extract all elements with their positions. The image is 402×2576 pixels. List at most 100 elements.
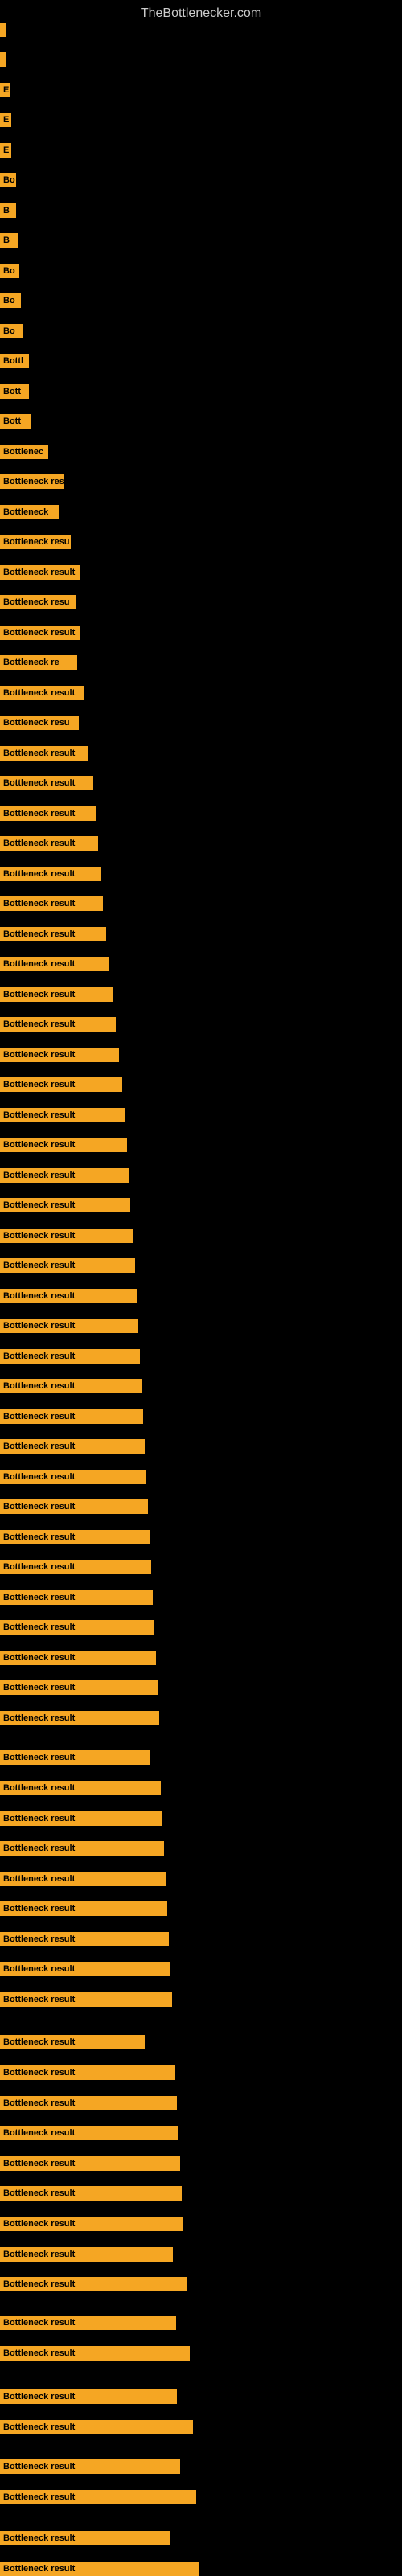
bar-row: Bottleneck result bbox=[0, 1409, 402, 1424]
bar-label: Bottleneck result bbox=[0, 1198, 130, 1212]
bar-label: E bbox=[0, 113, 11, 127]
bar-row: Bottleneck result bbox=[0, 1750, 402, 1765]
bar-row: Bottleneck result bbox=[0, 2490, 402, 2504]
bar-row: Bottleneck result bbox=[0, 1901, 402, 1916]
bar-row: Bottleneck result bbox=[0, 1229, 402, 1243]
bar-row: Bottleneck result bbox=[0, 1680, 402, 1695]
bar-label: Bottleneck result bbox=[0, 1439, 145, 1454]
bar-row: Bottleneck result bbox=[0, 896, 402, 911]
bar-row: Bottleneck result bbox=[0, 1872, 402, 1886]
bar-row: Bott bbox=[0, 414, 402, 429]
bar-label: Bo bbox=[0, 324, 23, 338]
bar-row: Bottleneck result bbox=[0, 1168, 402, 1183]
bar-label: Bottleneck result bbox=[0, 1138, 127, 1152]
bar-row: Bottleneck result bbox=[0, 1017, 402, 1032]
bar-row: Bottleneck result bbox=[0, 2316, 402, 2330]
bar-row: Bottleneck result bbox=[0, 867, 402, 881]
bar-row bbox=[0, 52, 402, 67]
bar-label: Bottleneck result bbox=[0, 1530, 150, 1544]
bar-label: Bottleneck result bbox=[0, 1499, 148, 1514]
bar-label: Bottleneck result bbox=[0, 1680, 158, 1695]
bar-label: Bottleneck result bbox=[0, 1319, 138, 1333]
bar-label: Bottleneck result bbox=[0, 2490, 196, 2504]
bar-row: Bottleneck result bbox=[0, 565, 402, 580]
bar-label: Bottleneck result bbox=[0, 896, 103, 911]
bar-row: Bottleneck result bbox=[0, 1992, 402, 2007]
bar-label: Bottleneck result bbox=[0, 1258, 135, 1273]
bar-row: Bottleneck result bbox=[0, 987, 402, 1002]
bar-row: Bottleneck res bbox=[0, 474, 402, 489]
bar-row: Bottl bbox=[0, 354, 402, 368]
bar-label: Bottleneck res bbox=[0, 474, 64, 489]
bar-label: Bottl bbox=[0, 354, 29, 368]
bar-row: Bottleneck result bbox=[0, 1048, 402, 1062]
bar-row: Bottleneck result bbox=[0, 927, 402, 941]
bar-row: Bottleneck result bbox=[0, 1379, 402, 1393]
bar-row: B bbox=[0, 203, 402, 218]
bar-row: Bottleneck result bbox=[0, 686, 402, 700]
bar-label bbox=[0, 23, 6, 37]
bar-row: Bottleneck result bbox=[0, 2035, 402, 2049]
bar-row: Bottleneck result bbox=[0, 1077, 402, 1092]
bar-label: Bottleneck result bbox=[0, 1229, 133, 1243]
bar-row: Bottleneck result bbox=[0, 806, 402, 821]
bar-row: Bottleneck result bbox=[0, 1258, 402, 1273]
bar-label: E bbox=[0, 143, 11, 158]
bar-label: Bottleneck result bbox=[0, 565, 80, 580]
bar-row: Bottleneck result bbox=[0, 2346, 402, 2361]
bar-label: Bottleneck result bbox=[0, 1620, 154, 1635]
bar-row: Bottleneck result bbox=[0, 2186, 402, 2201]
bar-label: Bottleneck result bbox=[0, 1962, 170, 1976]
bar-row: Bottleneck result bbox=[0, 1138, 402, 1152]
bar-row: E bbox=[0, 113, 402, 127]
bar-row: Bottleneck result bbox=[0, 1198, 402, 1212]
bar-label: Bottleneck result bbox=[0, 2065, 175, 2080]
bar-label: Bottleneck result bbox=[0, 836, 98, 851]
bar-row: Bottleneck result bbox=[0, 1289, 402, 1303]
bar-row: Bottleneck result bbox=[0, 1560, 402, 1574]
bar-label: Bottleneck result bbox=[0, 1077, 122, 1092]
bar-label: Bottleneck result bbox=[0, 1811, 162, 1826]
bar-label: Bottleneck result bbox=[0, 2420, 193, 2434]
bar-row: Bottleneck resu bbox=[0, 595, 402, 609]
bar-label: Bottleneck result bbox=[0, 1901, 167, 1916]
bar-label: Bottleneck result bbox=[0, 2035, 145, 2049]
bar-label: Bottleneck result bbox=[0, 1289, 137, 1303]
bar-label: Bottleneck result bbox=[0, 1651, 156, 1665]
bar-label: Bottleneck result bbox=[0, 2096, 177, 2110]
bar-row: Bottleneck result bbox=[0, 2562, 402, 2576]
bar-label: Bottleneck result bbox=[0, 2459, 180, 2474]
bar-label: Bottleneck result bbox=[0, 2186, 182, 2201]
bar-row: B bbox=[0, 233, 402, 248]
bar-row: Bottleneck result bbox=[0, 2247, 402, 2262]
bar-row: Bottleneck result bbox=[0, 1590, 402, 1605]
bar-label: Bottleneck resu bbox=[0, 595, 76, 609]
bar-label: Bottleneck result bbox=[0, 1711, 159, 1725]
bar-label: Bottleneck result bbox=[0, 686, 84, 700]
bar-row: Bottleneck result bbox=[0, 1711, 402, 1725]
bar-label: Bottleneck result bbox=[0, 957, 109, 971]
bar-label: Bottleneck result bbox=[0, 626, 80, 640]
bar-label: Bo bbox=[0, 293, 21, 308]
bar-label: Bottleneck result bbox=[0, 1872, 166, 1886]
bar-row: Bottleneck result bbox=[0, 1781, 402, 1795]
bar-label: Bottleneck result bbox=[0, 1108, 125, 1122]
bar-row: Bottleneck result bbox=[0, 1349, 402, 1364]
bar-row: Bottleneck result bbox=[0, 1108, 402, 1122]
bar-label: E bbox=[0, 83, 10, 97]
bar-label: Bottleneck result bbox=[0, 746, 88, 761]
bar-row: Bottleneck result bbox=[0, 957, 402, 971]
bar-label: Bottleneck bbox=[0, 505, 59, 519]
bar-label: Bottleneck result bbox=[0, 2562, 199, 2576]
bar-row: Bottleneck result bbox=[0, 626, 402, 640]
chart-container: TheBottlenecker.com EEEBoBBBoBoBoBottlBo… bbox=[0, 0, 402, 2573]
bar-row: Bottleneck re bbox=[0, 655, 402, 670]
bar-row: E bbox=[0, 83, 402, 97]
bar-row: Bottleneck result bbox=[0, 776, 402, 790]
bar-row: Bottleneck result bbox=[0, 1499, 402, 1514]
bar-label: Bottlenec bbox=[0, 445, 48, 459]
bar-row: Bottleneck result bbox=[0, 2156, 402, 2171]
bar-row: Bottleneck result bbox=[0, 2420, 402, 2434]
bar-row: Bottleneck result bbox=[0, 1932, 402, 1946]
bar-row: Bo bbox=[0, 324, 402, 338]
